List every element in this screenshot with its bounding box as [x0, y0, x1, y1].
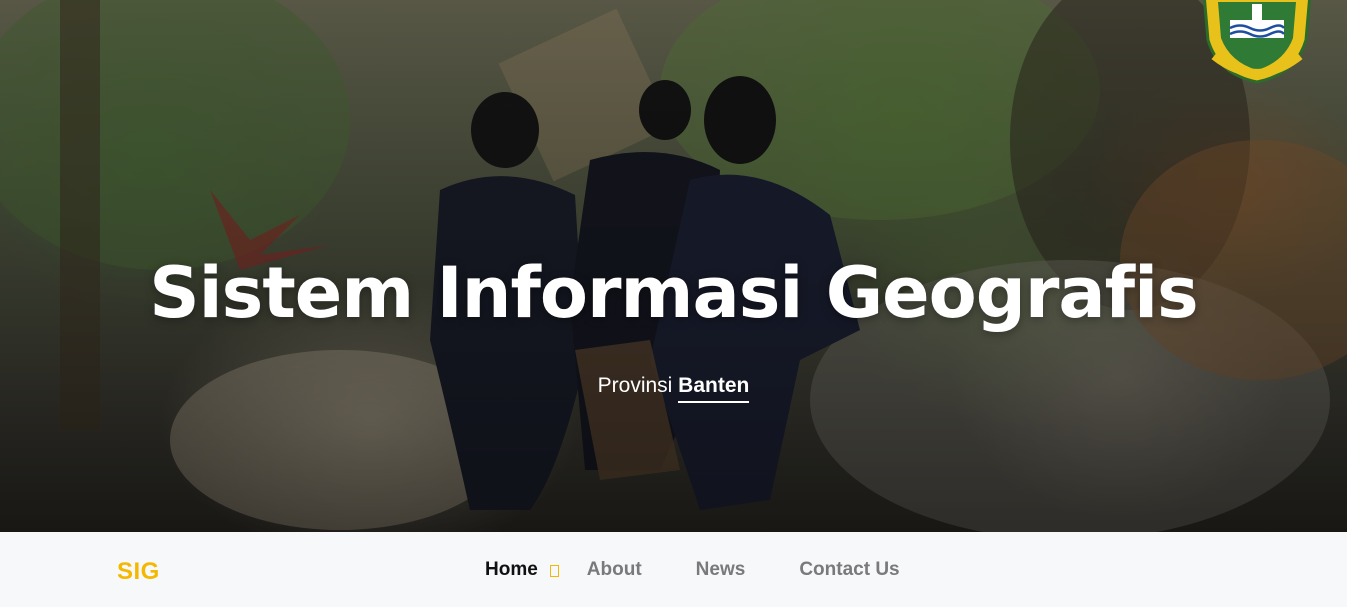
- brand-logo-link[interactable]: SIG: [117, 558, 160, 586]
- nav-item-news[interactable]: News: [696, 559, 746, 581]
- active-indicator-icon: [549, 565, 559, 577]
- hero-subtitle-province: Banten: [678, 374, 750, 403]
- nav-item-contact-us[interactable]: Contact Us: [799, 559, 899, 581]
- banten-emblem-icon: [1203, 0, 1311, 84]
- hero-title: Sistem Informasi Geografis: [149, 252, 1198, 334]
- hero-section: Sistem Informasi Geografis Provinsi Bant…: [0, 0, 1347, 532]
- main-navbar: SIG Home About News Contact Us: [0, 532, 1347, 607]
- hero-subtitle-prefix: Provinsi: [597, 374, 679, 397]
- nav-item-home[interactable]: Home: [485, 559, 538, 581]
- nav-menu: Home About News Contact Us: [485, 559, 900, 581]
- nav-item-about[interactable]: About: [587, 559, 642, 581]
- hero-subtitle: Provinsi Banten: [0, 374, 1347, 403]
